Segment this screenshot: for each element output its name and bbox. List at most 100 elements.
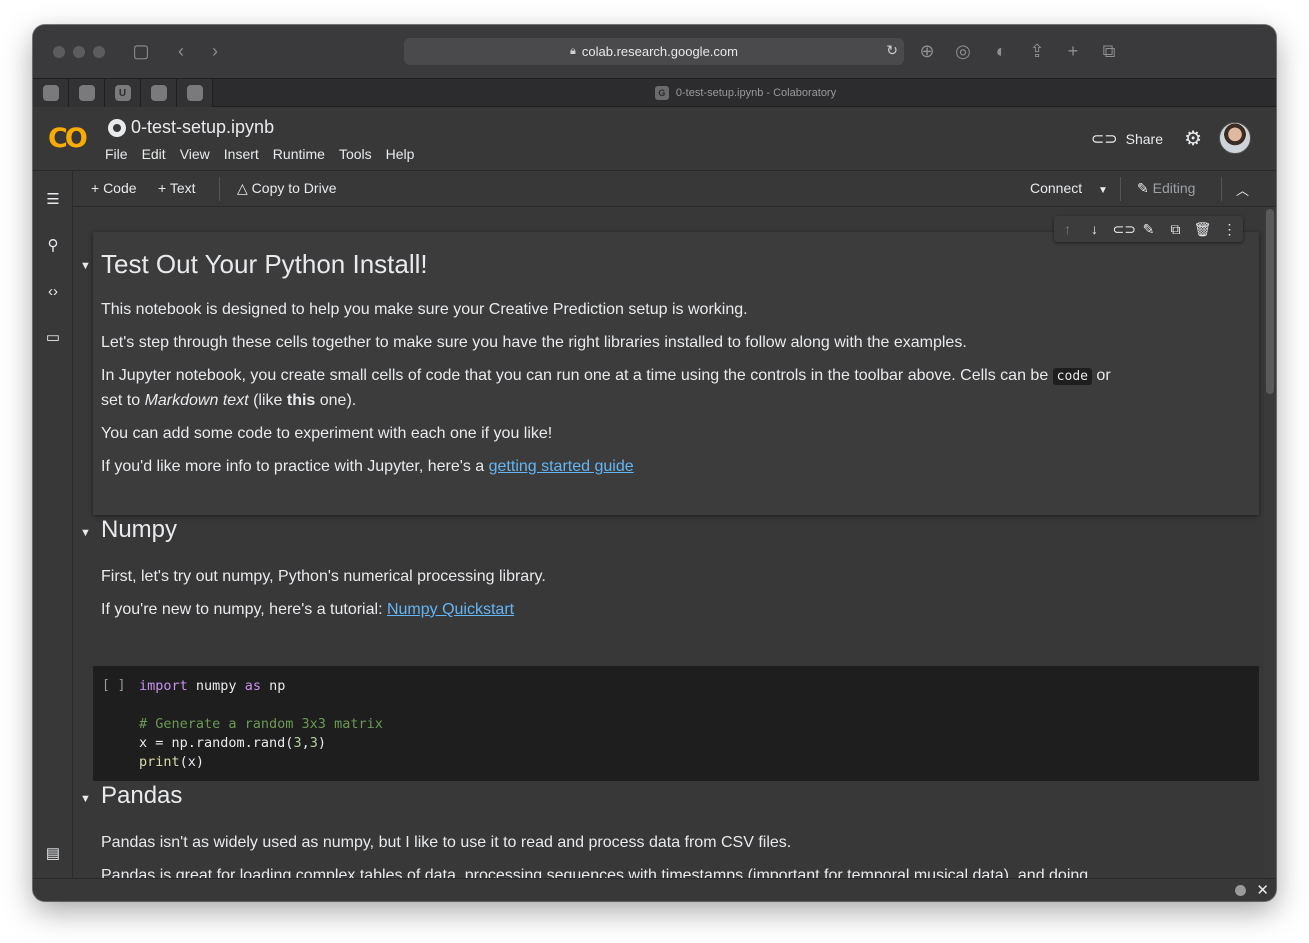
tab-overview-icon[interactable]: ⧉ xyxy=(1099,39,1119,63)
menu-file[interactable]: File xyxy=(105,146,135,162)
notebook-content: ▼ ↑ ↓ ⊂⊃ ✎ ⧉ 🗑︎ ⋮ Test Out Your Python I… xyxy=(73,207,1276,878)
markdown-cell-pandas[interactable]: Pandas Pandas isn't as widely used as nu… xyxy=(93,781,1259,878)
share-button[interactable]: ⊂⊃ Share xyxy=(1091,129,1163,149)
cell-toolbar: ↑ ↓ ⊂⊃ ✎ ⧉ 🗑︎ ⋮ xyxy=(1054,216,1243,242)
pandas-heading: Pandas xyxy=(101,782,183,809)
more-options-icon[interactable]: ⋮ xyxy=(1221,221,1239,238)
markdown-cell-numpy[interactable]: Numpy First, let's try out numpy, Python… xyxy=(93,515,1259,645)
pinned-tab-3[interactable]: U xyxy=(105,79,141,107)
tab-title: 0-test-setup.ipynb - Colaboratory xyxy=(675,87,837,99)
browser-window: ▢ ‹ › 🔒︎ colab.research.google.com ↻ ⊕ ◎… xyxy=(33,25,1276,901)
editing-mode-button[interactable]: ✎ Editing xyxy=(1137,180,1195,197)
scrollbar-thumb[interactable] xyxy=(1266,209,1274,394)
pinned-tab-5[interactable] xyxy=(177,79,213,107)
drive-icon: △ xyxy=(237,180,248,196)
menu-view[interactable]: View xyxy=(180,146,217,162)
minimize-window-button[interactable] xyxy=(73,46,85,58)
status-bar: ✕ xyxy=(33,878,1276,901)
password-icon[interactable]: ◎ xyxy=(953,39,973,63)
table-of-contents-icon[interactable]: ☰ xyxy=(43,189,63,209)
folder-icon[interactable]: ▭ xyxy=(43,327,63,347)
menu-bar: File Edit View Insert Runtime Tools Help xyxy=(105,146,428,162)
menu-tools[interactable]: Tools xyxy=(339,146,379,162)
status-indicator-icon[interactable] xyxy=(1235,885,1246,896)
move-up-icon[interactable]: ↑ xyxy=(1059,221,1077,237)
add-code-button[interactable]: + Code xyxy=(91,180,137,196)
new-tab-icon[interactable]: + xyxy=(1063,39,1083,63)
inline-code: code xyxy=(1052,368,1092,385)
back-arrow-icon[interactable]: ‹ xyxy=(171,39,191,63)
intro-paragraph-4: You can add some code to experiment with… xyxy=(101,425,553,442)
pinned-tab-1[interactable] xyxy=(33,79,69,107)
copy-to-drive-label: Copy to Drive xyxy=(251,180,337,196)
pandas-paragraph-1: Pandas isn't as widely used as numpy, bu… xyxy=(101,834,792,851)
active-tab[interactable]: G 0-test-setup.ipynb - Colaboratory xyxy=(215,79,1276,107)
sidebar-toggle-icon[interactable]: ▢ xyxy=(129,39,153,63)
colab-logo[interactable]: CO xyxy=(48,123,88,154)
collapse-section-icon-pandas[interactable]: ▼ xyxy=(80,793,91,805)
reload-icon[interactable]: ↻ xyxy=(886,42,898,59)
zoom-window-button[interactable] xyxy=(93,46,105,58)
pandas-paragraph-2: Pandas is great for loading complex tabl… xyxy=(101,867,1089,878)
tab-strip: U G 0-test-setup.ipynb - Colaboratory xyxy=(33,78,1276,107)
edit-pencil-icon[interactable]: ✎ xyxy=(1140,221,1158,238)
share-sheet-icon[interactable]: ⇪ xyxy=(1027,39,1047,63)
collapse-header-icon[interactable]: ︿ xyxy=(1236,180,1249,199)
menu-insert[interactable]: Insert xyxy=(224,146,266,162)
close-window-button[interactable] xyxy=(53,46,65,58)
left-rail: ☰ ⚲ ‹› ▭ ▤ xyxy=(33,171,73,878)
settings-gear-icon[interactable]: ⚙ xyxy=(1184,126,1202,151)
mirror-cell-icon[interactable]: ⧉ xyxy=(1167,221,1185,238)
pinned-tab-2[interactable] xyxy=(69,79,105,107)
terminal-icon[interactable]: ▤ xyxy=(43,843,63,863)
numpy-heading: Numpy xyxy=(101,516,178,543)
code-cell-numpy[interactable]: [ ] import numpy as np # Generate a rand… xyxy=(93,666,1259,781)
menu-edit[interactable]: Edit xyxy=(142,146,173,162)
search-icon[interactable]: ⚲ xyxy=(43,235,63,255)
move-down-icon[interactable]: ↓ xyxy=(1086,221,1104,237)
run-cell-button[interactable]: [ ] xyxy=(102,678,125,693)
url-text: colab.research.google.com xyxy=(581,44,738,59)
browser-titlebar: ▢ ‹ › 🔒︎ colab.research.google.com ↻ ⊕ ◎… xyxy=(33,25,1276,78)
intro-paragraph-3: In Jupyter notebook, you create small ce… xyxy=(101,367,1111,409)
lock-icon: 🔒︎ xyxy=(570,45,576,57)
collapse-section-icon-numpy[interactable]: ▼ xyxy=(80,527,91,539)
tab-favicon: G xyxy=(654,86,669,100)
collapse-section-icon[interactable]: ▼ xyxy=(80,260,91,272)
code-editor[interactable]: import numpy as np # Generate a random 3… xyxy=(139,677,383,772)
menu-help[interactable]: Help xyxy=(386,146,422,162)
notebook-title-text: 0-test-setup.ipynb xyxy=(131,117,275,137)
intro-paragraph-1: This notebook is designed to help you ma… xyxy=(101,301,748,318)
downloads-icon[interactable]: ⊕ xyxy=(917,39,937,63)
markdown-cell-intro[interactable]: ↑ ↓ ⊂⊃ ✎ ⧉ 🗑︎ ⋮ Test Out Your Python Ins… xyxy=(93,216,1259,515)
code-snippets-icon[interactable]: ‹› xyxy=(43,281,63,301)
delete-icon[interactable]: 🗑︎ xyxy=(1194,221,1212,238)
getting-started-link[interactable]: getting started guide xyxy=(489,458,634,475)
shield-icon[interactable]: ◐ xyxy=(991,39,1011,63)
notebook-toolbar: + Code + Text △ Copy to Drive Connect ▼ … xyxy=(73,171,1276,207)
intro-paragraph-2: Let's step through these cells together … xyxy=(101,334,967,351)
add-text-button[interactable]: + Text xyxy=(158,180,196,196)
forward-arrow-icon[interactable]: › xyxy=(205,39,225,63)
colab-header: CO 0-test-setup.ipynb File Edit View Ins… xyxy=(33,107,1276,171)
avatar[interactable] xyxy=(1219,122,1251,154)
address-bar[interactable]: 🔒︎ colab.research.google.com ↻ xyxy=(404,38,904,65)
close-icon[interactable]: ✕ xyxy=(1256,881,1269,899)
share-label: Share xyxy=(1125,131,1163,147)
numpy-quickstart-link[interactable]: Numpy Quickstart xyxy=(387,601,514,618)
link-cell-icon[interactable]: ⊂⊃ xyxy=(1113,221,1136,238)
numpy-paragraph-2: If you're new to numpy, here's a tutoria… xyxy=(101,601,515,618)
pinned-tab-4[interactable] xyxy=(141,79,177,107)
toolbar-divider-2 xyxy=(1120,177,1121,201)
notebook-title[interactable]: 0-test-setup.ipynb xyxy=(108,117,274,138)
numpy-paragraph-1: First, let's try out numpy, Python's num… xyxy=(101,568,546,585)
link-icon: ⊂⊃ xyxy=(1090,131,1118,148)
toolbar-divider-3 xyxy=(1221,177,1222,201)
github-icon xyxy=(108,118,126,137)
notebook-scrollbar[interactable] xyxy=(1264,207,1276,878)
toolbar-divider xyxy=(219,177,220,201)
menu-runtime[interactable]: Runtime xyxy=(273,146,332,162)
connect-label: Connect xyxy=(1030,180,1083,196)
connect-button[interactable]: Connect ▼ xyxy=(1030,180,1108,196)
copy-to-drive-button[interactable]: △ Copy to Drive xyxy=(237,180,336,197)
